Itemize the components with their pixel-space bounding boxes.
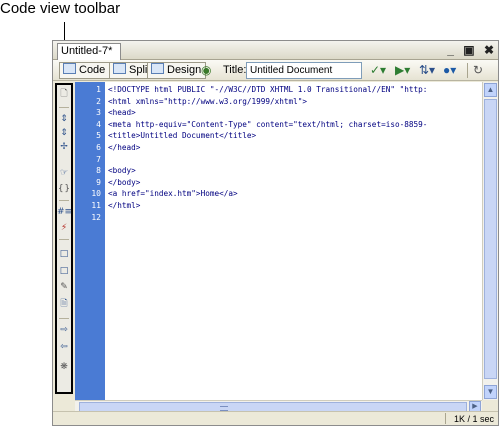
line-number: 8 xyxy=(96,166,101,176)
line-number: 5 xyxy=(96,131,101,141)
document-window: Untitled-7* _ ▣ ✖ Code Split Design ◉ Ti… xyxy=(52,40,499,426)
code-line[interactable]: <body> xyxy=(108,165,136,177)
scroll-down-icon[interactable]: ▼ xyxy=(484,385,497,399)
line-number: 12 xyxy=(91,212,101,222)
split-view-icon xyxy=(113,63,126,74)
outdent-code-icon[interactable]: ⇦ xyxy=(57,341,71,354)
collapse-selection-icon[interactable]: ⇕ xyxy=(57,127,71,140)
code-line[interactable]: <title>Untitled Document</title> xyxy=(108,130,256,142)
code-line-anchor[interactable]: <a href="index.htm">Home</a> xyxy=(108,188,238,200)
document-tab-bar: Untitled-7* _ ▣ ✖ xyxy=(53,41,498,60)
select-parent-tag-icon[interactable]: ☞ xyxy=(57,167,71,180)
line-numbers-icon[interactable]: #≡ xyxy=(57,206,72,219)
side-separator xyxy=(59,239,69,240)
side-separator xyxy=(59,318,69,319)
line-number: 10 xyxy=(91,189,101,199)
document-tab[interactable]: Untitled-7* xyxy=(57,43,122,60)
window-controls: _ ▣ ✖ xyxy=(441,43,494,57)
line-number: 4 xyxy=(96,119,101,129)
code-line[interactable]: </head> xyxy=(108,142,140,154)
code-line[interactable]: <!DOCTYPE html PUBLIC "-//W3C//DTD XHTML… xyxy=(108,84,427,96)
collapse-full-tag-icon[interactable]: ⇕ xyxy=(57,113,71,126)
design-view-label: Design xyxy=(167,64,202,76)
line-number: 9 xyxy=(96,177,101,187)
coding-toolbar: 🗋 ⇕ ⇕ ✢ ☞ { } #≡ ⚡ □ □ ✎ 🗎 ⇨ ⇦ ❋ xyxy=(55,83,73,394)
vertical-scroll-thumb[interactable] xyxy=(484,99,497,379)
title-label: Title: xyxy=(223,64,247,76)
toolbar-separator xyxy=(467,63,468,78)
scroll-up-icon[interactable]: ▲ xyxy=(484,83,497,97)
code-line[interactable]: <html xmlns="http://www.w3.org/1999/xhtm… xyxy=(108,96,307,108)
live-view-icon[interactable]: ◉ xyxy=(201,62,211,78)
indent-code-icon[interactable]: ⇨ xyxy=(57,324,71,337)
code-view-label: Code xyxy=(79,64,106,76)
preview-browser-icon[interactable]: ●▾ xyxy=(443,62,456,78)
line-number: 6 xyxy=(96,143,101,152)
file-management-icon[interactable]: ⇅▾ xyxy=(419,62,435,78)
status-bar: 1K / 1 sec xyxy=(53,411,498,425)
code-editor[interactable]: <!DOCTYPE html PUBLIC "-//W3C//DTD XHTML… xyxy=(105,82,482,400)
code-line[interactable]: <head> xyxy=(108,107,136,119)
code-line[interactable]: </html> xyxy=(108,200,140,212)
callout-label: Code view toolbar xyxy=(0,0,121,17)
side-separator xyxy=(59,107,69,108)
code-view-icon xyxy=(63,63,76,74)
format-source-code-icon[interactable]: ❋ xyxy=(57,361,71,374)
restore-icon[interactable]: ▣ xyxy=(463,43,474,57)
minimize-icon[interactable]: _ xyxy=(447,43,454,57)
open-documents-icon[interactable]: 🗋 xyxy=(57,88,71,101)
title-input[interactable] xyxy=(246,62,362,79)
line-number: 3 xyxy=(96,108,101,118)
refresh-icon[interactable]: ↻ xyxy=(473,62,483,78)
download-size-status: 1K / 1 sec xyxy=(453,414,494,424)
line-number-gutter: 1 2 3 4 5 6 7 8 9 10 11 12 xyxy=(75,82,105,400)
close-icon[interactable]: ✖ xyxy=(484,43,494,57)
code-view-button[interactable]: Code xyxy=(59,62,111,79)
check-page-icon[interactable]: ✓▾ xyxy=(370,62,386,78)
side-separator xyxy=(59,200,69,201)
balance-braces-icon[interactable]: { } xyxy=(57,183,71,196)
design-view-button[interactable]: Design xyxy=(147,62,207,79)
code-line[interactable]: <meta http-equiv="Content-Type" content=… xyxy=(108,119,427,131)
line-number: 11 xyxy=(91,201,101,210)
line-number: 7 xyxy=(96,154,101,164)
line-number: 2 xyxy=(96,96,101,106)
recent-snippets-icon[interactable]: 🗎 xyxy=(57,298,71,311)
remove-comment-icon[interactable]: □ xyxy=(57,265,71,278)
validate-icon[interactable]: ▶▾ xyxy=(395,62,410,78)
status-divider xyxy=(445,413,446,424)
wrap-tag-icon[interactable]: ✎ xyxy=(57,281,71,294)
vertical-scrollbar[interactable]: ▲ ▼ xyxy=(482,82,498,400)
highlight-invalid-code-icon[interactable]: ⚡ xyxy=(57,222,71,235)
apply-comment-icon[interactable]: □ xyxy=(57,248,71,261)
line-number: 1 xyxy=(96,85,101,94)
expand-all-icon[interactable]: ✢ xyxy=(57,141,71,154)
design-view-icon xyxy=(151,63,164,74)
code-line[interactable]: </body> xyxy=(108,177,140,189)
document-toolbar: Code Split Design ◉ Title: ✓▾ ▶▾ ⇅▾ ●▾ ↻ xyxy=(53,60,498,81)
